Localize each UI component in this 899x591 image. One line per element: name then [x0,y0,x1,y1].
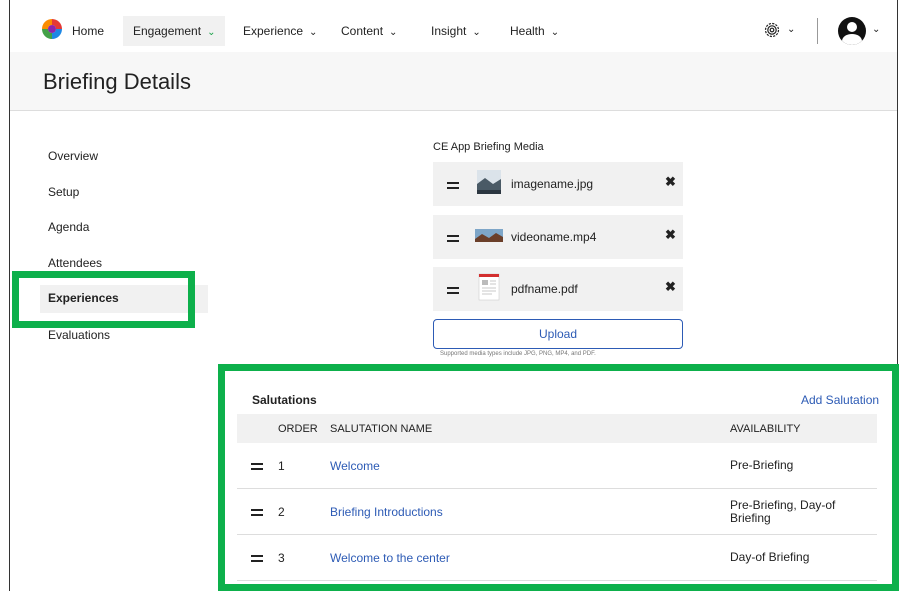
chevron-down-icon[interactable]: ⌄ [787,24,795,35]
nav-engagement[interactable]: Engagement ⌄ [123,16,226,46]
row-availability: Pre-Briefing, Day-of Briefing [730,498,836,525]
media-section-title: CE App Briefing Media [433,141,544,153]
table-header: ORDER SALUTATION NAME AVAILABILITY [237,414,877,443]
drag-handle-icon[interactable] [251,463,263,470]
chevron-down-icon: ⌄ [309,27,318,38]
remove-icon[interactable]: ✖ [665,174,676,190]
avatar-body [842,34,862,45]
page-title: Briefing Details [43,69,191,94]
nav-home[interactable]: Home [62,16,114,46]
upload-button[interactable]: Upload [433,319,683,349]
pdf-thumbnail-icon [478,273,500,301]
sidebar-item-evaluations[interactable]: Evaluations [48,328,110,342]
column-header-order[interactable]: ORDER [278,423,318,435]
column-header-name[interactable]: SALUTATION NAME [330,423,432,435]
avatar-head [847,22,857,32]
sidebar-item-overview[interactable]: Overview [48,149,98,163]
remove-icon[interactable]: ✖ [665,279,676,295]
nav-health-label: Health [510,24,545,38]
media-file-name: pdfname.pdf [511,282,578,296]
video-thumbnail-icon [475,229,503,242]
sidebar-item-setup[interactable]: Setup [48,185,79,199]
table-row: 1 Welcome Pre-Briefing [237,443,877,489]
nav-health[interactable]: Health ⌄ [500,16,569,46]
column-header-availability[interactable]: AVAILABILITY [730,423,801,435]
media-item: videoname.mp4 ✖ [433,215,683,259]
salutations-title: Salutations [252,393,317,407]
salutation-name-link[interactable]: Welcome [330,459,380,473]
nav-content[interactable]: Content ⌄ [331,16,407,46]
image-thumbnail-icon [477,170,501,194]
chevron-down-icon[interactable]: ⌄ [872,24,880,35]
nav-divider [817,18,818,44]
app-logo-icon[interactable] [40,17,64,41]
media-file-name: imagename.jpg [511,177,594,191]
user-avatar-icon[interactable] [838,17,866,45]
nav-experience-label: Experience [243,24,304,38]
chevron-down-icon: ⌄ [389,27,398,38]
salutation-name-link[interactable]: Briefing Introductions [330,505,443,519]
table-row: 3 Welcome to the center Day-of Briefing [237,535,877,581]
salutation-name-link[interactable]: Welcome to the center [330,551,450,565]
drag-handle-icon[interactable] [447,235,459,242]
gear-icon[interactable] [762,20,782,40]
nav-content-label: Content [341,24,384,38]
media-item: pdfname.pdf ✖ [433,267,683,311]
add-salutation-link[interactable]: Add Salutation [801,393,879,407]
nav-experience[interactable]: Experience ⌄ [233,16,327,46]
page-header: Briefing Details [10,52,897,111]
sidebar-item-agenda[interactable]: Agenda [48,220,89,234]
top-nav: Home Engagement ⌄ Experience ⌄ Content ⌄ In… [10,8,897,52]
chevron-down-icon: ⌄ [207,27,216,38]
media-item: imagename.jpg ✖ [433,162,683,206]
upload-note: Supported media types include JPG, PNG, … [440,351,596,357]
row-availability: Day-of Briefing [730,550,810,564]
chevron-down-icon: ⌄ [472,27,481,38]
drag-handle-icon[interactable] [447,182,459,189]
highlight-box-experiences [12,271,195,328]
row-order: 1 [278,459,285,473]
remove-icon[interactable]: ✖ [665,227,676,243]
sidebar-item-attendees[interactable]: Attendees [48,256,102,270]
media-file-name: videoname.mp4 [511,230,597,244]
table-row: 2 Briefing Introductions Pre-Briefing, D… [237,489,877,535]
row-order: 3 [278,551,285,565]
drag-handle-icon[interactable] [251,509,263,516]
nav-insight[interactable]: Insight ⌄ [421,16,491,46]
drag-handle-icon[interactable] [447,287,459,294]
drag-handle-icon[interactable] [251,555,263,562]
nav-insight-label: Insight [431,24,467,38]
nav-engagement-label: Engagement [133,24,202,38]
row-order: 2 [278,505,285,519]
chevron-down-icon: ⌄ [550,27,560,38]
row-availability: Pre-Briefing [730,458,794,472]
